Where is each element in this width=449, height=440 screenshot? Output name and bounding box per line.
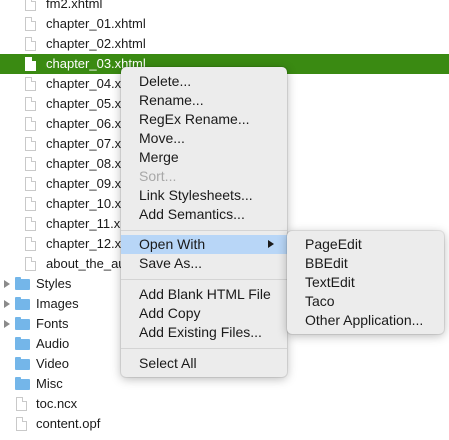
folder-icon <box>15 357 30 370</box>
file-label: fm2.xhtml <box>46 0 103 11</box>
file-icon <box>25 177 36 191</box>
menu-item-label: Sort... <box>139 168 177 184</box>
menu-item-label: Add Existing Files... <box>139 324 262 340</box>
file-icon <box>25 237 36 251</box>
menu-item-open-with[interactable]: Open With <box>121 235 287 254</box>
menu-item-move[interactable]: Move... <box>121 129 287 148</box>
file-icon <box>25 57 36 71</box>
menu-item-label: TextEdit <box>305 274 355 290</box>
submenu-item-textedit[interactable]: TextEdit <box>287 273 444 292</box>
file-icon <box>25 17 36 31</box>
submenu-item-bbedit[interactable]: BBEdit <box>287 254 444 273</box>
context-menu: Delete... Rename... RegEx Rename... Move… <box>121 67 287 377</box>
file-row[interactable]: fm2.xhtml <box>0 0 449 14</box>
menu-item-delete[interactable]: Delete... <box>121 72 287 91</box>
file-icon <box>25 217 36 231</box>
menu-item-label: Open With <box>139 236 206 252</box>
menu-item-label: Link Stylesheets... <box>139 187 253 203</box>
folder-label: Styles <box>36 276 72 291</box>
menu-item-label: Save As... <box>139 255 203 271</box>
file-icon <box>16 397 27 411</box>
file-row[interactable]: chapter_02.xhtml <box>0 34 449 54</box>
folder-icon <box>15 277 30 290</box>
folder-label: Images <box>36 296 79 311</box>
menu-item-link-stylesheets[interactable]: Link Stylesheets... <box>121 186 287 205</box>
menu-item-label: Rename... <box>139 92 204 108</box>
folder-icon <box>15 337 30 350</box>
menu-item-label: PageEdit <box>305 236 362 252</box>
file-icon <box>25 77 36 91</box>
submenu-arrow-icon <box>268 240 274 248</box>
disclosure-triangle-icon[interactable] <box>4 320 10 328</box>
file-row-toc[interactable]: toc.ncx <box>0 394 449 414</box>
file-icon <box>25 157 36 171</box>
menu-item-label: Taco <box>305 293 335 309</box>
file-label: chapter_02.xhtml <box>46 36 146 51</box>
menu-item-merge[interactable]: Merge <box>121 148 287 167</box>
file-icon <box>25 137 36 151</box>
menu-item-label: Select All <box>139 355 197 371</box>
submenu-item-pageedit[interactable]: PageEdit <box>287 235 444 254</box>
menu-item-label: Delete... <box>139 73 192 89</box>
menu-item-label: Add Semantics... <box>139 206 245 222</box>
file-label: chapter_01.xhtml <box>46 16 146 31</box>
menu-item-label: Merge <box>139 149 179 165</box>
file-row-opf[interactable]: content.opf <box>0 414 449 434</box>
file-icon <box>25 197 36 211</box>
folder-label: Video <box>36 356 70 371</box>
disclosure-triangle-icon[interactable] <box>4 300 10 308</box>
folder-icon <box>15 297 30 310</box>
menu-item-add-existing-files[interactable]: Add Existing Files... <box>121 323 287 342</box>
disclosure-triangle-icon[interactable] <box>4 280 10 288</box>
folder-label: Audio <box>36 336 70 351</box>
menu-separator <box>121 348 287 349</box>
file-icon <box>25 37 36 51</box>
file-icon <box>25 117 36 131</box>
file-icon <box>25 257 36 271</box>
file-icon <box>25 0 36 11</box>
menu-item-label: Add Blank HTML File <box>139 286 271 302</box>
menu-item-label: Move... <box>139 130 185 146</box>
menu-item-save-as[interactable]: Save As... <box>121 254 287 273</box>
file-row[interactable]: chapter_01.xhtml <box>0 14 449 34</box>
menu-item-rename[interactable]: Rename... <box>121 91 287 110</box>
menu-item-sort: Sort... <box>121 167 287 186</box>
folder-icon <box>15 317 30 330</box>
menu-item-select-all[interactable]: Select All <box>121 354 287 373</box>
folder-icon <box>15 377 30 390</box>
file-icon <box>25 97 36 111</box>
submenu-item-taco[interactable]: Taco <box>287 292 444 311</box>
menu-item-add-blank-html[interactable]: Add Blank HTML File <box>121 285 287 304</box>
folder-label: Fonts <box>36 316 69 331</box>
menu-separator <box>121 230 287 231</box>
file-label: toc.ncx <box>36 396 78 411</box>
submenu-item-other-application[interactable]: Other Application... <box>287 311 444 330</box>
folder-row-misc[interactable]: Misc <box>0 374 449 394</box>
open-with-submenu: PageEdit BBEdit TextEdit Taco Other Appl… <box>287 231 444 334</box>
menu-item-label: BBEdit <box>305 255 348 271</box>
menu-item-add-copy[interactable]: Add Copy <box>121 304 287 323</box>
menu-item-label: Add Copy <box>139 305 201 321</box>
folder-label: Misc <box>36 376 63 391</box>
file-label: content.opf <box>36 416 101 431</box>
menu-item-label: Other Application... <box>305 312 424 328</box>
file-icon <box>16 417 27 431</box>
menu-separator <box>121 279 287 280</box>
menu-item-label: RegEx Rename... <box>139 111 250 127</box>
menu-item-regex-rename[interactable]: RegEx Rename... <box>121 110 287 129</box>
menu-item-add-semantics[interactable]: Add Semantics... <box>121 205 287 224</box>
